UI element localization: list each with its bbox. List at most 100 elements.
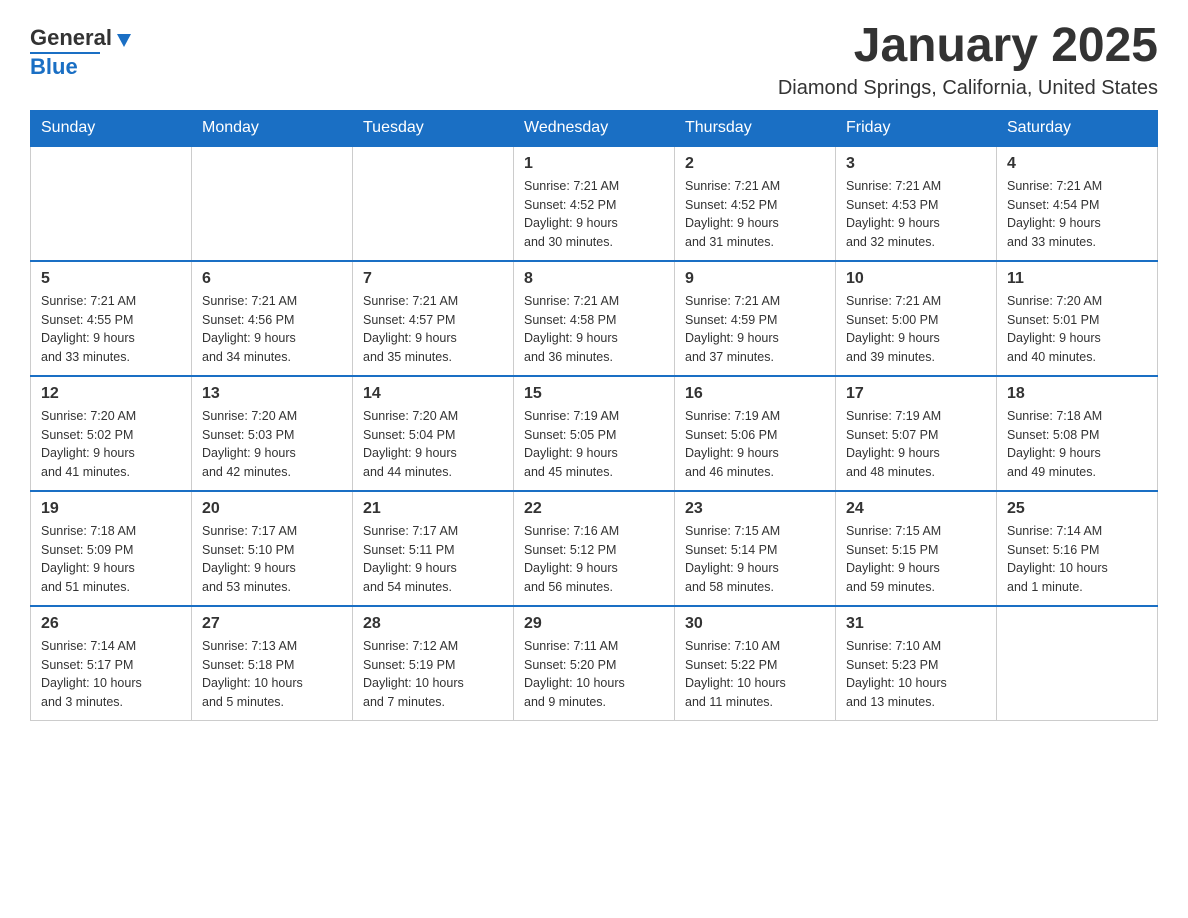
- day-info: Sunrise: 7:17 AM Sunset: 5:11 PM Dayligh…: [363, 522, 503, 597]
- day-number: 6: [202, 270, 342, 288]
- day-number: 22: [524, 500, 664, 518]
- calendar-cell: 16 Sunrise: 7:19 AM Sunset: 5:06 PM Dayli…: [675, 376, 836, 491]
- page-header: General Blue January 2025 Diamond Spring…: [30, 20, 1158, 100]
- day-number: 4: [1007, 155, 1147, 173]
- calendar-week-4: 19 Sunrise: 7:18 AM Sunset: 5:09 PM Dayli…: [31, 491, 1158, 606]
- calendar-cell: 25 Sunrise: 7:14 AM Sunset: 5:16 PM Dayli…: [997, 491, 1158, 606]
- calendar-cell: 5Sunrise: 7:21 AM Sunset: 4:55 PM Daylig…: [31, 261, 192, 376]
- day-number: 8: [524, 270, 664, 288]
- calendar-cell: 26 Sunrise: 7:14 AM Sunset: 5:17 PM Dayli…: [31, 606, 192, 721]
- day-info: Sunrise: 7:15 AM Sunset: 5:14 PM Dayligh…: [685, 522, 825, 597]
- day-number: 16: [685, 385, 825, 403]
- day-number: 5: [41, 270, 181, 288]
- day-number: 11: [1007, 270, 1147, 288]
- calendar-cell: 10 Sunrise: 7:21 AM Sunset: 5:00 PM Dayli…: [836, 261, 997, 376]
- day-info: Sunrise: 7:12 AM Sunset: 5:19 PM Dayligh…: [363, 637, 503, 712]
- day-number: 14: [363, 385, 503, 403]
- day-info: Sunrise: 7:21 AM Sunset: 5:00 PM Dayligh…: [846, 292, 986, 367]
- day-info: Sunrise: 7:13 AM Sunset: 5:18 PM Dayligh…: [202, 637, 342, 712]
- day-number: 2: [685, 155, 825, 173]
- day-info: Sunrise: 7:14 AM Sunset: 5:17 PM Dayligh…: [41, 637, 181, 712]
- calendar-cell: 3 Sunrise: 7:21 AM Sunset: 4:53 PM Daylig…: [836, 146, 997, 261]
- day-info: Sunrise: 7:20 AM Sunset: 5:01 PM Dayligh…: [1007, 292, 1147, 367]
- calendar-cell: 29 Sunrise: 7:11 AM Sunset: 5:20 PM Dayli…: [514, 606, 675, 721]
- day-number: 13: [202, 385, 342, 403]
- calendar-cell: 20 Sunrise: 7:17 AM Sunset: 5:10 PM Dayli…: [192, 491, 353, 606]
- calendar-cell: 19 Sunrise: 7:18 AM Sunset: 5:09 PM Dayli…: [31, 491, 192, 606]
- day-number: 25: [1007, 500, 1147, 518]
- calendar-cell: 24Sunrise: 7:15 AM Sunset: 5:15 PM Dayli…: [836, 491, 997, 606]
- day-info: Sunrise: 7:14 AM Sunset: 5:16 PM Dayligh…: [1007, 522, 1147, 597]
- day-number: 24: [846, 500, 986, 518]
- calendar-cell: 8 Sunrise: 7:21 AM Sunset: 4:58 PM Daylig…: [514, 261, 675, 376]
- calendar-cell: [997, 606, 1158, 721]
- day-number: 1: [524, 155, 664, 173]
- calendar-table: SundayMondayTuesdayWednesdayThursdayFrid…: [30, 110, 1158, 721]
- calendar-cell: 2 Sunrise: 7:21 AM Sunset: 4:52 PM Daylig…: [675, 146, 836, 261]
- day-info: Sunrise: 7:19 AM Sunset: 5:06 PM Dayligh…: [685, 407, 825, 482]
- day-number: 20: [202, 500, 342, 518]
- day-info: Sunrise: 7:21 AM Sunset: 4:57 PM Dayligh…: [363, 292, 503, 367]
- calendar-header-row: SundayMondayTuesdayWednesdayThursdayFrid…: [31, 110, 1158, 146]
- calendar-week-5: 26 Sunrise: 7:14 AM Sunset: 5:17 PM Dayli…: [31, 606, 1158, 721]
- calendar-dow-wednesday: Wednesday: [514, 110, 675, 146]
- day-info: Sunrise: 7:17 AM Sunset: 5:10 PM Dayligh…: [202, 522, 342, 597]
- day-number: 26: [41, 615, 181, 633]
- calendar-cell: [353, 146, 514, 261]
- day-number: 19: [41, 500, 181, 518]
- day-info: Sunrise: 7:16 AM Sunset: 5:12 PM Dayligh…: [524, 522, 664, 597]
- day-number: 3: [846, 155, 986, 173]
- day-number: 18: [1007, 385, 1147, 403]
- calendar-cell: 7 Sunrise: 7:21 AM Sunset: 4:57 PM Daylig…: [353, 261, 514, 376]
- calendar-dow-sunday: Sunday: [31, 110, 192, 146]
- day-info: Sunrise: 7:21 AM Sunset: 4:52 PM Dayligh…: [524, 177, 664, 252]
- day-number: 10: [846, 270, 986, 288]
- day-info: Sunrise: 7:18 AM Sunset: 5:08 PM Dayligh…: [1007, 407, 1147, 482]
- calendar-cell: 18 Sunrise: 7:18 AM Sunset: 5:08 PM Dayli…: [997, 376, 1158, 491]
- calendar-cell: 6 Sunrise: 7:21 AM Sunset: 4:56 PM Daylig…: [192, 261, 353, 376]
- calendar-cell: 15Sunrise: 7:19 AM Sunset: 5:05 PM Dayli…: [514, 376, 675, 491]
- calendar-cell: 9Sunrise: 7:21 AM Sunset: 4:59 PM Daylig…: [675, 261, 836, 376]
- calendar-cell: 27 Sunrise: 7:13 AM Sunset: 5:18 PM Dayli…: [192, 606, 353, 721]
- calendar-cell: [192, 146, 353, 261]
- day-info: Sunrise: 7:21 AM Sunset: 4:58 PM Dayligh…: [524, 292, 664, 367]
- day-number: 28: [363, 615, 503, 633]
- calendar-cell: 4Sunrise: 7:21 AM Sunset: 4:54 PM Daylig…: [997, 146, 1158, 261]
- calendar-cell: 23 Sunrise: 7:15 AM Sunset: 5:14 PM Dayli…: [675, 491, 836, 606]
- title-area: January 2025 Diamond Springs, California…: [778, 20, 1158, 100]
- logo: General Blue: [30, 20, 131, 80]
- calendar-cell: 30Sunrise: 7:10 AM Sunset: 5:22 PM Dayli…: [675, 606, 836, 721]
- calendar-cell: 28 Sunrise: 7:12 AM Sunset: 5:19 PM Dayli…: [353, 606, 514, 721]
- day-info: Sunrise: 7:20 AM Sunset: 5:04 PM Dayligh…: [363, 407, 503, 482]
- day-number: 9: [685, 270, 825, 288]
- calendar-week-3: 12 Sunrise: 7:20 AM Sunset: 5:02 PM Dayli…: [31, 376, 1158, 491]
- calendar-cell: 1 Sunrise: 7:21 AM Sunset: 4:52 PM Daylig…: [514, 146, 675, 261]
- calendar-cell: 21 Sunrise: 7:17 AM Sunset: 5:11 PM Dayli…: [353, 491, 514, 606]
- calendar-cell: 31Sunrise: 7:10 AM Sunset: 5:23 PM Dayli…: [836, 606, 997, 721]
- day-number: 12: [41, 385, 181, 403]
- day-number: 15: [524, 385, 664, 403]
- day-number: 31: [846, 615, 986, 633]
- day-number: 21: [363, 500, 503, 518]
- calendar-week-1: 1 Sunrise: 7:21 AM Sunset: 4:52 PM Daylig…: [31, 146, 1158, 261]
- day-number: 7: [363, 270, 503, 288]
- day-info: Sunrise: 7:19 AM Sunset: 5:07 PM Dayligh…: [846, 407, 986, 482]
- day-number: 23: [685, 500, 825, 518]
- calendar-cell: 14 Sunrise: 7:20 AM Sunset: 5:04 PM Dayli…: [353, 376, 514, 491]
- day-info: Sunrise: 7:21 AM Sunset: 4:56 PM Dayligh…: [202, 292, 342, 367]
- calendar-cell: 12 Sunrise: 7:20 AM Sunset: 5:02 PM Dayli…: [31, 376, 192, 491]
- location-title: Diamond Springs, California, United Stat…: [778, 77, 1158, 100]
- calendar-cell: 13 Sunrise: 7:20 AM Sunset: 5:03 PM Dayli…: [192, 376, 353, 491]
- day-info: Sunrise: 7:21 AM Sunset: 4:53 PM Dayligh…: [846, 177, 986, 252]
- day-info: Sunrise: 7:18 AM Sunset: 5:09 PM Dayligh…: [41, 522, 181, 597]
- day-number: 29: [524, 615, 664, 633]
- month-title: January 2025: [778, 20, 1158, 73]
- day-number: 30: [685, 615, 825, 633]
- day-info: Sunrise: 7:11 AM Sunset: 5:20 PM Dayligh…: [524, 637, 664, 712]
- logo-triangle-icon: [117, 34, 131, 47]
- day-number: 27: [202, 615, 342, 633]
- day-info: Sunrise: 7:21 AM Sunset: 4:52 PM Dayligh…: [685, 177, 825, 252]
- day-info: Sunrise: 7:20 AM Sunset: 5:02 PM Dayligh…: [41, 407, 181, 482]
- calendar-week-2: 5Sunrise: 7:21 AM Sunset: 4:55 PM Daylig…: [31, 261, 1158, 376]
- day-info: Sunrise: 7:20 AM Sunset: 5:03 PM Dayligh…: [202, 407, 342, 482]
